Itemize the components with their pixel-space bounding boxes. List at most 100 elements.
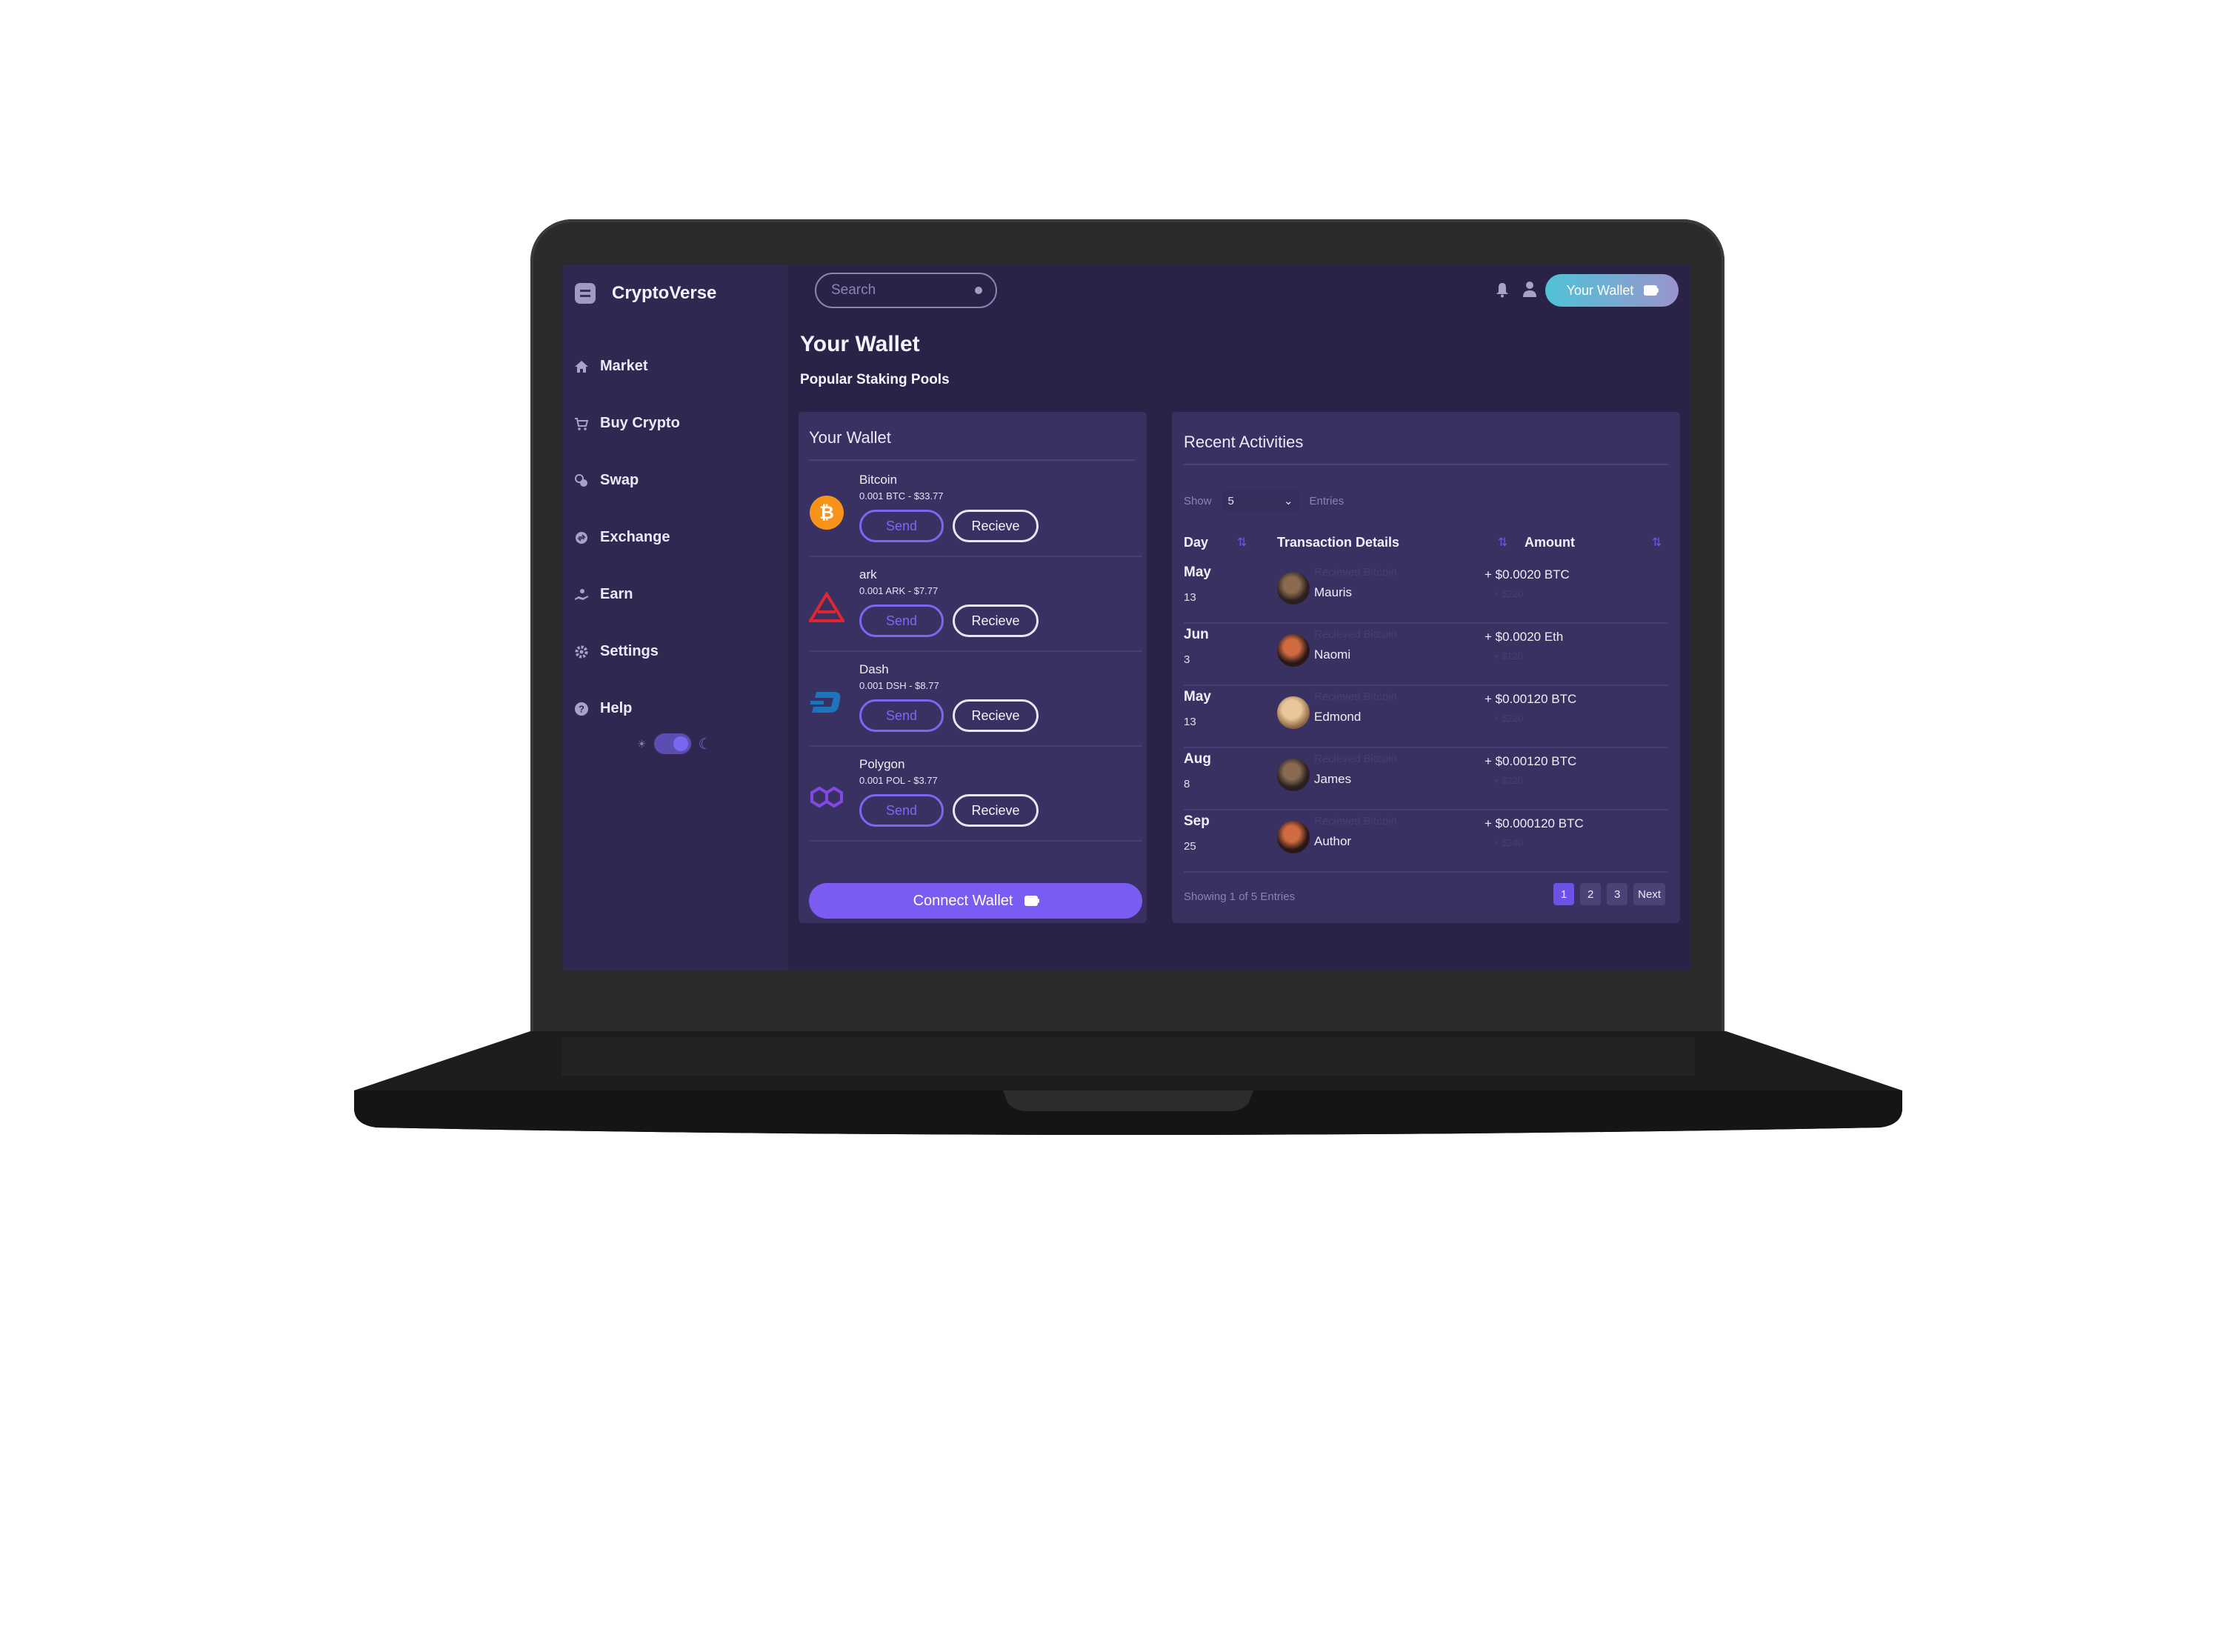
sidebar-item-earn[interactable]: Earn [573, 566, 680, 623]
sort-icon[interactable]: ⇅ [1498, 535, 1507, 550]
moon-icon: ☾ [698, 736, 712, 753]
avatar [1277, 572, 1310, 604]
receive-button[interactable]: Recieve [953, 699, 1039, 732]
sidebar-item-label: Buy Crypto [600, 415, 680, 431]
asset-name: ark [859, 567, 877, 582]
asset-balance: 0.001 ARK - $7.77 [859, 585, 939, 596]
table-row[interactable]: Sep 25 Recieved Bitcoin Author + $0.0001… [1184, 809, 1668, 873]
asset-row-bitcoin: ₿ Bitcoin 0.001 BTC - $33.77 Send Reciev… [809, 461, 1142, 557]
table-row[interactable]: Aug 8 Recieved Bitcoin James + $0.00120 … [1184, 747, 1668, 810]
entries-select-value: 5 [1227, 494, 1234, 507]
transaction-type: Recieved Bitcoin [1314, 628, 1397, 641]
receive-button[interactable]: Recieve [953, 604, 1039, 637]
sidebar-item-swap[interactable]: Swap [573, 452, 680, 509]
svg-text:?: ? [579, 703, 584, 714]
sidebar-item-label: Market [600, 358, 648, 374]
transaction-amount: + $0.00120 BTC [1484, 692, 1577, 706]
asset-balance: 0.001 POL - $3.77 [859, 775, 938, 786]
page-subtitle: Popular Staking Pools [800, 372, 950, 387]
sidebar-item-label: Earn [600, 586, 633, 602]
column-header-day[interactable]: Day [1184, 535, 1208, 550]
transaction-usd: + $220 [1493, 775, 1524, 786]
search-icon[interactable] [975, 287, 982, 294]
bell-icon[interactable] [1495, 282, 1510, 298]
transaction-type: Recieved Bitcoin [1314, 690, 1397, 703]
svg-text:₿: ₿ [819, 503, 834, 523]
brand: CryptoVerse [575, 280, 716, 307]
home-icon [573, 359, 590, 375]
sidebar: CryptoVerse Market Buy Crypto Swap Excha… [563, 265, 788, 970]
send-button[interactable]: Send [859, 794, 944, 827]
search-input[interactable] [830, 282, 966, 299]
entries-select[interactable]: 5 ⌄ [1222, 490, 1299, 511]
table-row[interactable]: May 13 Recieved Bitcoin Mauris + $0.0020… [1184, 560, 1668, 624]
transaction-usd: + $240 [1493, 837, 1524, 848]
transaction-name: Author [1314, 834, 1352, 848]
theme-toggle[interactable]: ☀ ☾ [637, 733, 712, 754]
sidebar-item-market[interactable]: Market [573, 338, 680, 395]
sidebar-item-help[interactable]: ? Help [573, 680, 680, 737]
wallet-icon [1644, 285, 1659, 296]
asset-balance: 0.001 BTC - $33.77 [859, 490, 944, 502]
transaction-usd: + $220 [1493, 588, 1524, 599]
send-button[interactable]: Send [859, 604, 944, 637]
receive-button[interactable]: Recieve [953, 794, 1039, 827]
page-button-1[interactable]: 1 [1553, 883, 1575, 905]
next-page-button[interactable]: Next [1633, 883, 1665, 905]
asset-name: Dash [859, 662, 889, 676]
asset-row-polygon: Polygon 0.001 POL - $3.77 Send Recieve [809, 745, 1142, 842]
table-row[interactable]: May 13 Recieved Bitcoin Edmond + $0.0012… [1184, 685, 1668, 748]
sort-icon[interactable]: ⇅ [1652, 535, 1662, 550]
pagination: 1 2 3 Next [1553, 883, 1665, 905]
column-header-transaction[interactable]: Transaction Details [1277, 535, 1399, 550]
column-header-amount[interactable]: Amount [1524, 535, 1575, 550]
row-day: 8 [1184, 778, 1190, 790]
row-day: 25 [1184, 840, 1196, 853]
bitcoin-icon: ₿ [810, 496, 844, 530]
ark-icon [809, 591, 844, 622]
hamburger-icon[interactable] [575, 283, 596, 304]
sort-icon[interactable]: ⇅ [1237, 535, 1247, 550]
send-button[interactable]: Send [859, 699, 944, 732]
avatar [1277, 759, 1310, 791]
row-month: Aug [1184, 751, 1211, 767]
row-day: 13 [1184, 591, 1196, 604]
sun-icon: ☀ [637, 737, 647, 750]
laptop-base [354, 1031, 1902, 1135]
avatar [1277, 696, 1310, 729]
page-button-3[interactable]: 3 [1607, 883, 1628, 905]
avatar [1277, 634, 1310, 667]
app-screen: CryptoVerse Market Buy Crypto Swap Excha… [563, 265, 1690, 970]
row-month: Sep [1184, 813, 1210, 829]
sidebar-nav: Market Buy Crypto Swap Exchange Earn Set… [573, 338, 680, 737]
polygon-icon [810, 786, 843, 808]
cart-icon [573, 416, 590, 432]
send-button[interactable]: Send [859, 510, 944, 542]
user-icon[interactable] [1522, 280, 1538, 298]
page-title: Your Wallet [800, 332, 920, 356]
connect-wallet-button[interactable]: Connect Wallet [809, 883, 1142, 919]
pagination-summary: Showing 1 of 5 Entries [1184, 890, 1296, 903]
asset-row-dash: Dash 0.001 DSH - $8.77 Send Recieve [809, 650, 1142, 747]
theme-switch[interactable] [653, 733, 691, 754]
sidebar-item-settings[interactable]: Settings [573, 623, 680, 680]
row-month: May [1184, 564, 1211, 580]
your-wallet-button[interactable]: Your Wallet [1545, 274, 1679, 307]
transaction-type: Recieved Bitcoin [1314, 566, 1397, 579]
sidebar-item-exchange[interactable]: Exchange [573, 509, 680, 566]
table-row[interactable]: Jun 3 Recieved Bitcoin Naomi + $0.0020 E… [1184, 622, 1668, 686]
search-box[interactable] [815, 273, 997, 308]
asset-row-ark: ark 0.001 ARK - $7.77 Send Recieve [809, 556, 1142, 652]
chevron-down-icon: ⌄ [1283, 495, 1293, 507]
connect-wallet-label: Connect Wallet [913, 892, 1013, 909]
transaction-type: Recieved Bitcoin [1314, 753, 1397, 765]
sidebar-item-label: Help [600, 700, 633, 716]
wallet-card-title: Your Wallet [809, 428, 891, 447]
help-icon: ? [573, 701, 590, 717]
dash-icon [810, 692, 841, 713]
sidebar-item-buy-crypto[interactable]: Buy Crypto [573, 395, 680, 452]
gear-icon [573, 644, 590, 660]
receive-button[interactable]: Recieve [953, 510, 1039, 542]
transaction-amount: + $0.0020 BTC [1484, 567, 1570, 582]
page-button-2[interactable]: 2 [1580, 883, 1602, 905]
